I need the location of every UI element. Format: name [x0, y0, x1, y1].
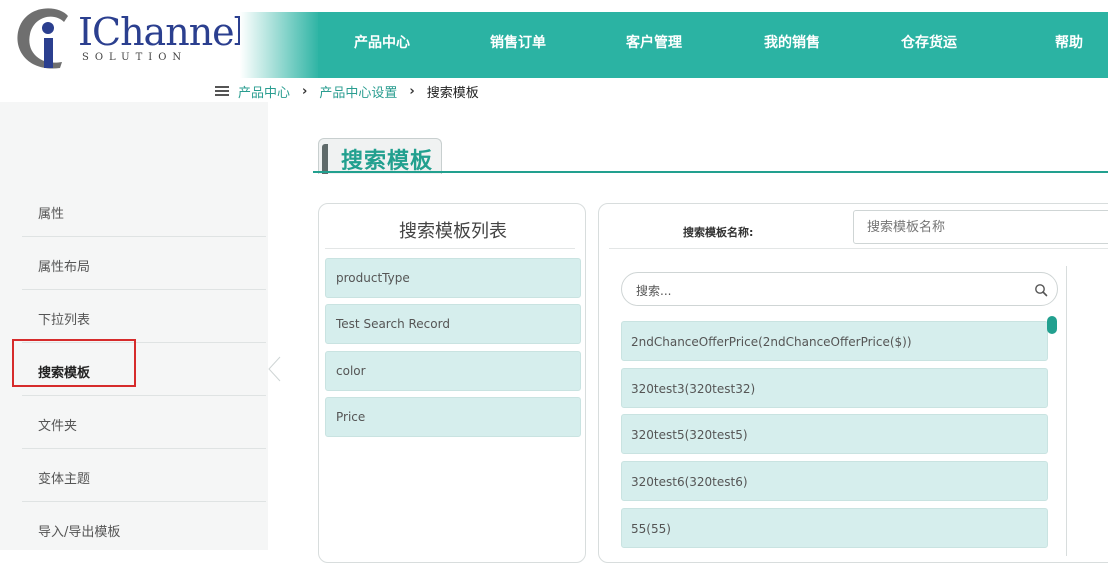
divider: [325, 248, 575, 249]
sidebar-item-variant-themes[interactable]: 变体主题: [22, 450, 266, 502]
divider: [609, 248, 1108, 249]
field-list-item-label: 55(55): [631, 522, 671, 536]
page-title-tab: 搜索模板: [318, 138, 442, 174]
field-list-item[interactable]: 320test5(320test5): [621, 414, 1048, 454]
sidebar-item-dropdown-lists[interactable]: 下拉列表: [22, 291, 266, 343]
sidebar-item-label: 属性布局: [38, 260, 91, 275]
template-list-item-label: Test Search Record: [336, 317, 450, 331]
field-list-item-label: 320test6(320test6): [631, 475, 748, 489]
main-nav: 产品中心 销售订单 客户管理 我的销售 仓存货运 帮助: [318, 12, 1108, 78]
nav-item-sales-orders[interactable]: 销售订单: [490, 32, 546, 52]
search-placeholder: 搜索...: [636, 284, 672, 298]
top-bar: IChannel SOLUTION 产品中心 销售订单 客户管理 我的销售 仓存…: [0, 0, 1108, 78]
field-list-item[interactable]: 2ndChanceOfferPrice(2ndChanceOfferPrice(…: [621, 321, 1048, 361]
template-name-label: 搜索模板名称:: [683, 226, 754, 239]
template-list-title: 搜索模板列表: [399, 221, 507, 242]
sidebar-item-label: 变体主题: [38, 472, 91, 487]
sidebar-item-label: 下拉列表: [38, 313, 91, 328]
nav-item-help[interactable]: 帮助: [1055, 32, 1083, 52]
nav-item-warehouse[interactable]: 仓存货运: [901, 32, 957, 52]
breadcrumb-item-current: 搜索模板: [426, 85, 479, 101]
template-name-input[interactable]: [853, 210, 1108, 244]
field-list-item[interactable]: 320test6(320test6): [621, 461, 1048, 501]
nav-item-products[interactable]: 产品中心: [354, 32, 410, 52]
template-list-item[interactable]: Test Search Record: [325, 304, 581, 344]
template-list-item[interactable]: Price: [325, 397, 581, 437]
title-underline: [313, 171, 1108, 173]
logo-brand: IChannel: [78, 10, 246, 54]
breadcrumb-separator: ›: [409, 83, 415, 99]
breadcrumb: 产品中心 › 产品中心设置 › 搜索模板: [215, 80, 479, 102]
template-list-item-label: productType: [336, 271, 410, 285]
sidebar-item-folders[interactable]: 文件夹: [22, 397, 266, 449]
hamburger-icon[interactable]: [215, 86, 229, 96]
logo[interactable]: IChannel SOLUTION: [0, 0, 246, 78]
sidebar-item-import-export[interactable]: 导入/导出模板: [22, 503, 266, 555]
logo-subtitle: SOLUTION: [82, 52, 188, 63]
template-list-panel: 搜索模板列表 productType Test Search Record co…: [318, 203, 586, 563]
field-list-item-label: 2ndChanceOfferPrice(2ndChanceOfferPrice(…: [631, 335, 912, 349]
field-list-item[interactable]: 55(55): [621, 508, 1048, 548]
sidebar-collapse-icon[interactable]: [266, 356, 282, 382]
breadcrumb-item-products[interactable]: 产品中心: [238, 82, 290, 101]
sidebar-item-label: 属性: [38, 207, 65, 222]
ci-logo-icon: [17, 8, 69, 69]
breadcrumb-item-product-settings[interactable]: 产品中心设置: [319, 82, 397, 101]
template-list-item-label: color: [336, 364, 366, 378]
scrollbar-thumb[interactable]: [1047, 316, 1057, 334]
nav-item-my-sales[interactable]: 我的销售: [764, 32, 820, 52]
template-list-item[interactable]: color: [325, 351, 581, 391]
nav-gradient: [240, 12, 320, 78]
nav-item-customers[interactable]: 客户管理: [626, 32, 682, 52]
active-highlight-box: [12, 339, 136, 387]
sidebar-item-attribute-layout[interactable]: 属性布局: [22, 238, 266, 290]
field-list-item-label: 320test3(320test32): [631, 382, 756, 396]
sidebar: 属性 属性布局 下拉列表 搜索模板 文件夹 变体主题 导入/导出模板: [0, 102, 268, 550]
field-list-item[interactable]: 320test3(320test32): [621, 368, 1048, 408]
field-search-input[interactable]: 搜索...: [621, 272, 1058, 306]
template-list-item-label: Price: [336, 410, 366, 424]
sidebar-item-label: 导入/导出模板: [38, 525, 121, 540]
search-icon[interactable]: [1034, 283, 1048, 297]
breadcrumb-separator: ›: [302, 83, 308, 99]
title-accent: [322, 144, 328, 174]
template-list-item[interactable]: productType: [325, 258, 581, 298]
scrollbar-track[interactable]: [1066, 266, 1067, 556]
sidebar-item-label: 文件夹: [38, 419, 78, 434]
template-form-panel: 搜索模板名称: 搜索... 2ndChanceOfferPrice(2ndCha…: [598, 203, 1108, 563]
sidebar-item-attributes[interactable]: 属性: [22, 185, 266, 237]
field-list-item-label: 320test5(320test5): [631, 428, 748, 442]
